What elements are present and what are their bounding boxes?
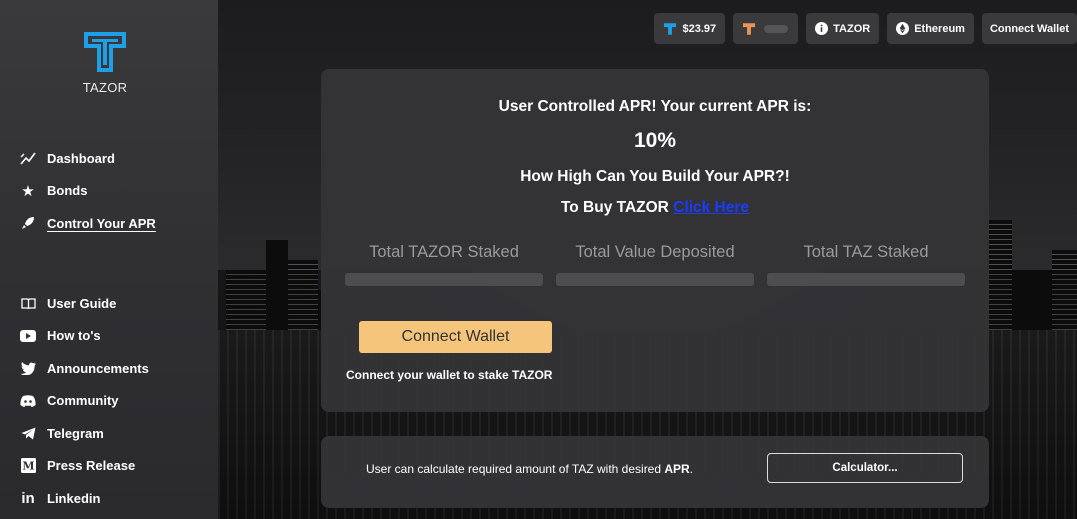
- sidebar-item-label: Community: [47, 393, 119, 409]
- balance-placeholder: [764, 24, 789, 33]
- stat-label: Total Value Deposited: [575, 243, 735, 261]
- svg-text:M: M: [22, 460, 34, 473]
- calculator-text-bold: APR: [664, 462, 690, 476]
- calculator-description: User can calculate required amount of TA…: [366, 462, 693, 476]
- linkedin-icon: in: [21, 489, 35, 507]
- sidebar-item-community[interactable]: Community: [20, 385, 149, 418]
- sidebar-item-label: Press Release: [47, 458, 136, 474]
- rocket-icon: [20, 215, 36, 231]
- sidebar-item-dashboard[interactable]: Dashboard: [20, 142, 156, 175]
- sidebar-item-control-apr[interactable]: Control Your APR: [20, 207, 156, 240]
- info-icon: [815, 22, 829, 35]
- buy-line: To Buy TAZOR Click Here: [321, 199, 989, 217]
- sidebar-item-label: Telegram: [47, 425, 104, 441]
- tazor-logo-icon: [84, 32, 126, 72]
- sidebar-item-label: Announcements: [47, 360, 149, 376]
- telegram-icon: [20, 425, 36, 441]
- connect-wallet-top-button[interactable]: Connect Wallet: [981, 13, 1077, 44]
- price-badge[interactable]: $23.97: [654, 13, 726, 44]
- sidebar-item-telegram[interactable]: Telegram: [20, 417, 149, 450]
- sidebar-item-label: Control Your APR: [47, 215, 156, 231]
- apr-subheading: How High Can You Build Your APR?!: [520, 168, 790, 185]
- youtube-icon: [20, 328, 36, 344]
- connect-wallet-button[interactable]: Connect Wallet: [359, 321, 552, 353]
- sidebar-item-announcements[interactable]: Announcements: [20, 352, 149, 385]
- stat-value-placeholder: [345, 273, 543, 286]
- sidebar-item-label: Bonds: [47, 183, 88, 199]
- sidebar-item-user-guide[interactable]: User Guide: [20, 287, 149, 320]
- buy-text: To Buy TAZOR: [560, 199, 669, 216]
- stat-label: Total TAZOR Staked: [369, 243, 519, 261]
- stat-label: Total TAZ Staked: [803, 243, 929, 261]
- discord-icon: [20, 393, 36, 409]
- tazor-token-icon: [663, 22, 677, 36]
- stat-total-value-deposited: Total Value Deposited: [556, 243, 754, 286]
- stat-value-placeholder: [556, 273, 754, 286]
- sidebar-item-label: How to's: [47, 328, 101, 344]
- stat-total-tazor-staked: Total TAZOR Staked: [345, 243, 543, 286]
- stat-value-placeholder: [767, 273, 965, 286]
- apr-card: User Controlled APR! Your current APR is…: [321, 69, 989, 412]
- stats-row: Total TAZOR Staked Total Value Deposited…: [345, 243, 965, 286]
- sidebar-item-bonds[interactable]: ★ Bonds: [20, 175, 156, 208]
- network-label: Ethereum: [914, 22, 965, 35]
- sidebar-item-label: Linkedin: [47, 490, 101, 506]
- chart-line-icon: [20, 150, 36, 166]
- token-balance-badge[interactable]: [733, 13, 799, 44]
- brand-name: TAZOR: [82, 80, 128, 95]
- taz-token-icon: [742, 22, 756, 36]
- tazor-menu-button[interactable]: TAZOR: [806, 13, 880, 44]
- sidebar-item-press-release[interactable]: M Press Release: [20, 450, 149, 483]
- price-value: $23.97: [682, 22, 717, 35]
- twitter-icon: [20, 360, 36, 376]
- calculator-text: User can calculate required amount of TA…: [366, 462, 662, 476]
- book-icon: [20, 295, 36, 311]
- sidebar-item-label: Dashboard: [47, 150, 115, 166]
- calculator-card: User can calculate required amount of TA…: [321, 436, 989, 508]
- calculator-text-end: .: [689, 462, 694, 476]
- apr-heading: User Controlled APR! Your current APR is…: [498, 98, 812, 115]
- secondary-nav: User Guide How to's Announcements Commun…: [20, 287, 149, 515]
- primary-nav: Dashboard ★ Bonds Control Your APR: [20, 142, 156, 240]
- brand-logo[interactable]: TAZOR: [80, 30, 130, 95]
- network-button[interactable]: Ethereum: [887, 13, 974, 44]
- sidebar-item-how-tos[interactable]: How to's: [20, 320, 149, 353]
- ethereum-icon: [896, 22, 910, 35]
- medium-icon: M: [20, 458, 36, 474]
- sidebar-item-linkedin[interactable]: in Linkedin: [20, 482, 149, 515]
- stat-total-taz-staked: Total TAZ Staked: [767, 243, 965, 286]
- calculator-button[interactable]: Calculator...: [767, 453, 963, 483]
- top-bar: $23.97 TAZOR Ethereum Connect Wallet: [654, 13, 1077, 44]
- star-icon: ★: [21, 181, 35, 200]
- sidebar: TAZOR Dashboard ★ Bonds Control Your APR…: [0, 0, 218, 519]
- buy-link[interactable]: Click Here: [673, 199, 749, 216]
- tazor-menu-label: TAZOR: [833, 22, 871, 35]
- connect-wallet-note: Connect your wallet to stake TAZOR: [346, 368, 553, 382]
- apr-value: 10%: [633, 129, 677, 152]
- sidebar-item-label: User Guide: [47, 295, 117, 311]
- connect-wallet-top-label: Connect Wallet: [989, 22, 1069, 35]
